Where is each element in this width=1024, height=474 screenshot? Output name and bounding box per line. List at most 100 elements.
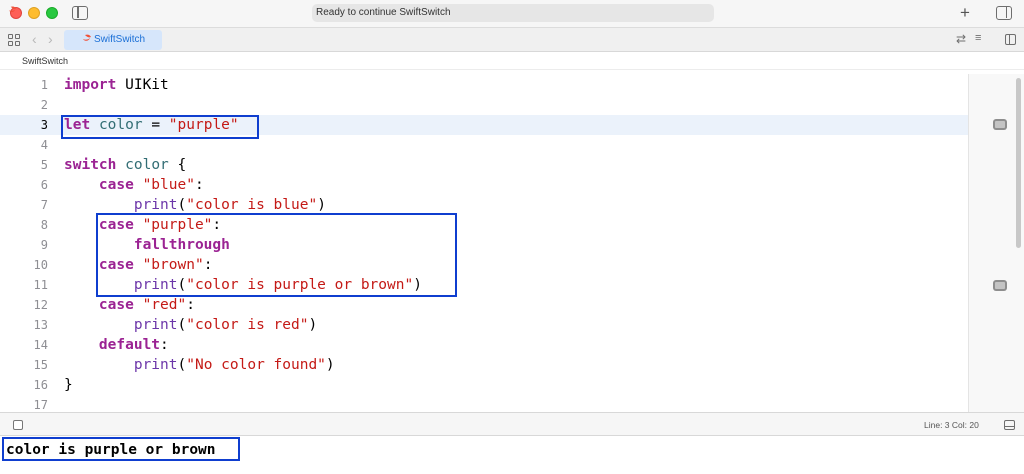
line-number: 1 [40, 78, 48, 92]
code-token: print [133, 317, 178, 333]
code-text[interactable]: print("color is purple or brown") [64, 275, 422, 295]
code-line[interactable]: 4 [0, 135, 968, 155]
chevron-left-icon[interactable]: ‹ [32, 31, 37, 47]
code-token: "color is red" [186, 317, 309, 333]
code-text[interactable]: print("color is blue") [64, 195, 326, 215]
code-token: ) [325, 357, 335, 373]
code-line[interactable]: 5 switch color { [0, 155, 968, 175]
code-line[interactable]: 6 case "blue": [0, 175, 968, 195]
code-token: "No color found" [186, 357, 326, 373]
code-token: "color is blue" [186, 197, 318, 213]
minimap[interactable] [968, 74, 1024, 412]
code-line[interactable]: 7 print("color is blue") [0, 195, 968, 215]
code-token: "color is purple or brown" [186, 277, 414, 293]
code-token: color [125, 157, 169, 173]
code-token: color [98, 117, 143, 133]
minimize-window-button[interactable] [28, 7, 40, 19]
code-line[interactable]: 13 print("color is red") [0, 315, 968, 335]
code-token: : [212, 217, 222, 233]
right-panel-icon[interactable] [996, 6, 1012, 20]
code-line[interactable]: 3 let color = "purple" [0, 115, 968, 135]
code-token: : [194, 177, 204, 193]
line-number: 5 [40, 158, 48, 172]
code-line[interactable]: 11 print("color is purple or brown") [0, 275, 968, 295]
plus-icon[interactable]: + [960, 3, 970, 23]
debug-toggle-icon[interactable] [1004, 420, 1015, 430]
code-line[interactable]: 2 [0, 95, 968, 115]
code-text[interactable]: fallthrough [64, 235, 230, 255]
code-text[interactable]: print("No color found") [64, 355, 335, 375]
tab-swiftswitch[interactable]: SwiftSwitch [64, 30, 162, 50]
console-output: color is purple or brown [6, 442, 216, 458]
title-bar: Ready to continue SwiftSwitch + [0, 0, 1024, 28]
code-text[interactable]: } [64, 375, 73, 395]
lines-icon[interactable]: ≡ [975, 32, 981, 44]
code-line[interactable]: 10 case "brown": [0, 255, 968, 275]
code-text[interactable]: print("color is red") [64, 315, 317, 335]
zoom-window-button[interactable] [46, 7, 58, 19]
code-token: "purple" [142, 217, 213, 233]
swap-icon[interactable]: ⇄ [956, 32, 966, 46]
line-number: 16 [33, 378, 48, 392]
code-line[interactable]: 1 import UIKit [0, 75, 968, 95]
code-line[interactable]: 17 [0, 395, 968, 412]
line-number: 10 [33, 258, 48, 272]
sidebar-icon[interactable] [72, 6, 88, 20]
code-line[interactable]: 15 print("No color found") [0, 355, 968, 375]
code-line[interactable]: 14 default: [0, 335, 968, 355]
grid-icon[interactable] [8, 34, 20, 46]
code-token: : [203, 257, 213, 273]
console-area[interactable]: color is purple or brown [0, 436, 1024, 474]
code-line[interactable]: 8 case "purple": [0, 215, 968, 235]
code-line[interactable]: 12 case "red": [0, 295, 968, 315]
code-text[interactable]: switch color { [64, 155, 186, 175]
minimap-badge-icon[interactable] [993, 280, 1007, 291]
checkbox-icon[interactable] [13, 420, 23, 430]
inspector-icon[interactable] [1005, 34, 1016, 45]
vertical-scrollbar[interactable] [1016, 78, 1021, 248]
xcode-window: Ready to continue SwiftSwitch + ‹ › Swif… [0, 0, 1024, 474]
code-token: ( [177, 317, 187, 333]
code-token: UIKit [116, 77, 169, 93]
minimap-badge-icon[interactable] [993, 119, 1007, 130]
swift-icon [8, 6, 17, 13]
code-token: case [98, 297, 134, 313]
code-editor[interactable]: 17 16} 15 print("No color found") 14 defaul… [0, 74, 968, 412]
swift-icon [83, 34, 91, 41]
debug-bar: Line: 3 Col: 20 [0, 412, 1024, 436]
code-token: let [64, 117, 91, 133]
code-token: fallthrough [133, 237, 230, 253]
line-number: 3 [40, 118, 48, 132]
line-number: 12 [33, 298, 48, 312]
code-text[interactable]: default: [64, 335, 169, 355]
code-text[interactable]: case "red": [64, 295, 195, 315]
status-text: Ready to continue SwiftSwitch [312, 4, 714, 22]
code-token: case [98, 177, 134, 193]
code-text[interactable]: import UIKit [64, 75, 169, 95]
code-token: case [98, 257, 134, 273]
tab-bar: ‹ › SwiftSwitch ⇄ ≡ [0, 28, 1024, 52]
code-token: : [186, 297, 195, 313]
code-line[interactable]: 16} [0, 375, 968, 395]
code-token: ( [177, 277, 187, 293]
code-text[interactable]: let color = "purple" [64, 115, 239, 135]
line-number: 2 [40, 98, 48, 112]
line-number: 17 [33, 398, 48, 412]
code-line[interactable]: 9 fallthrough [0, 235, 968, 255]
breadcrumb-file[interactable]: SwiftSwitch [22, 56, 68, 66]
code-token: ) [308, 317, 318, 333]
line-number: 6 [40, 178, 48, 192]
code-text[interactable]: case "blue": [64, 175, 204, 195]
code-text[interactable]: case "purple": [64, 215, 221, 235]
code-token: "red" [142, 297, 187, 313]
chevron-right-icon[interactable]: › [48, 31, 53, 47]
breadcrumb[interactable]: SwiftSwitch [0, 52, 1024, 70]
code-text[interactable]: case "brown": [64, 255, 213, 275]
